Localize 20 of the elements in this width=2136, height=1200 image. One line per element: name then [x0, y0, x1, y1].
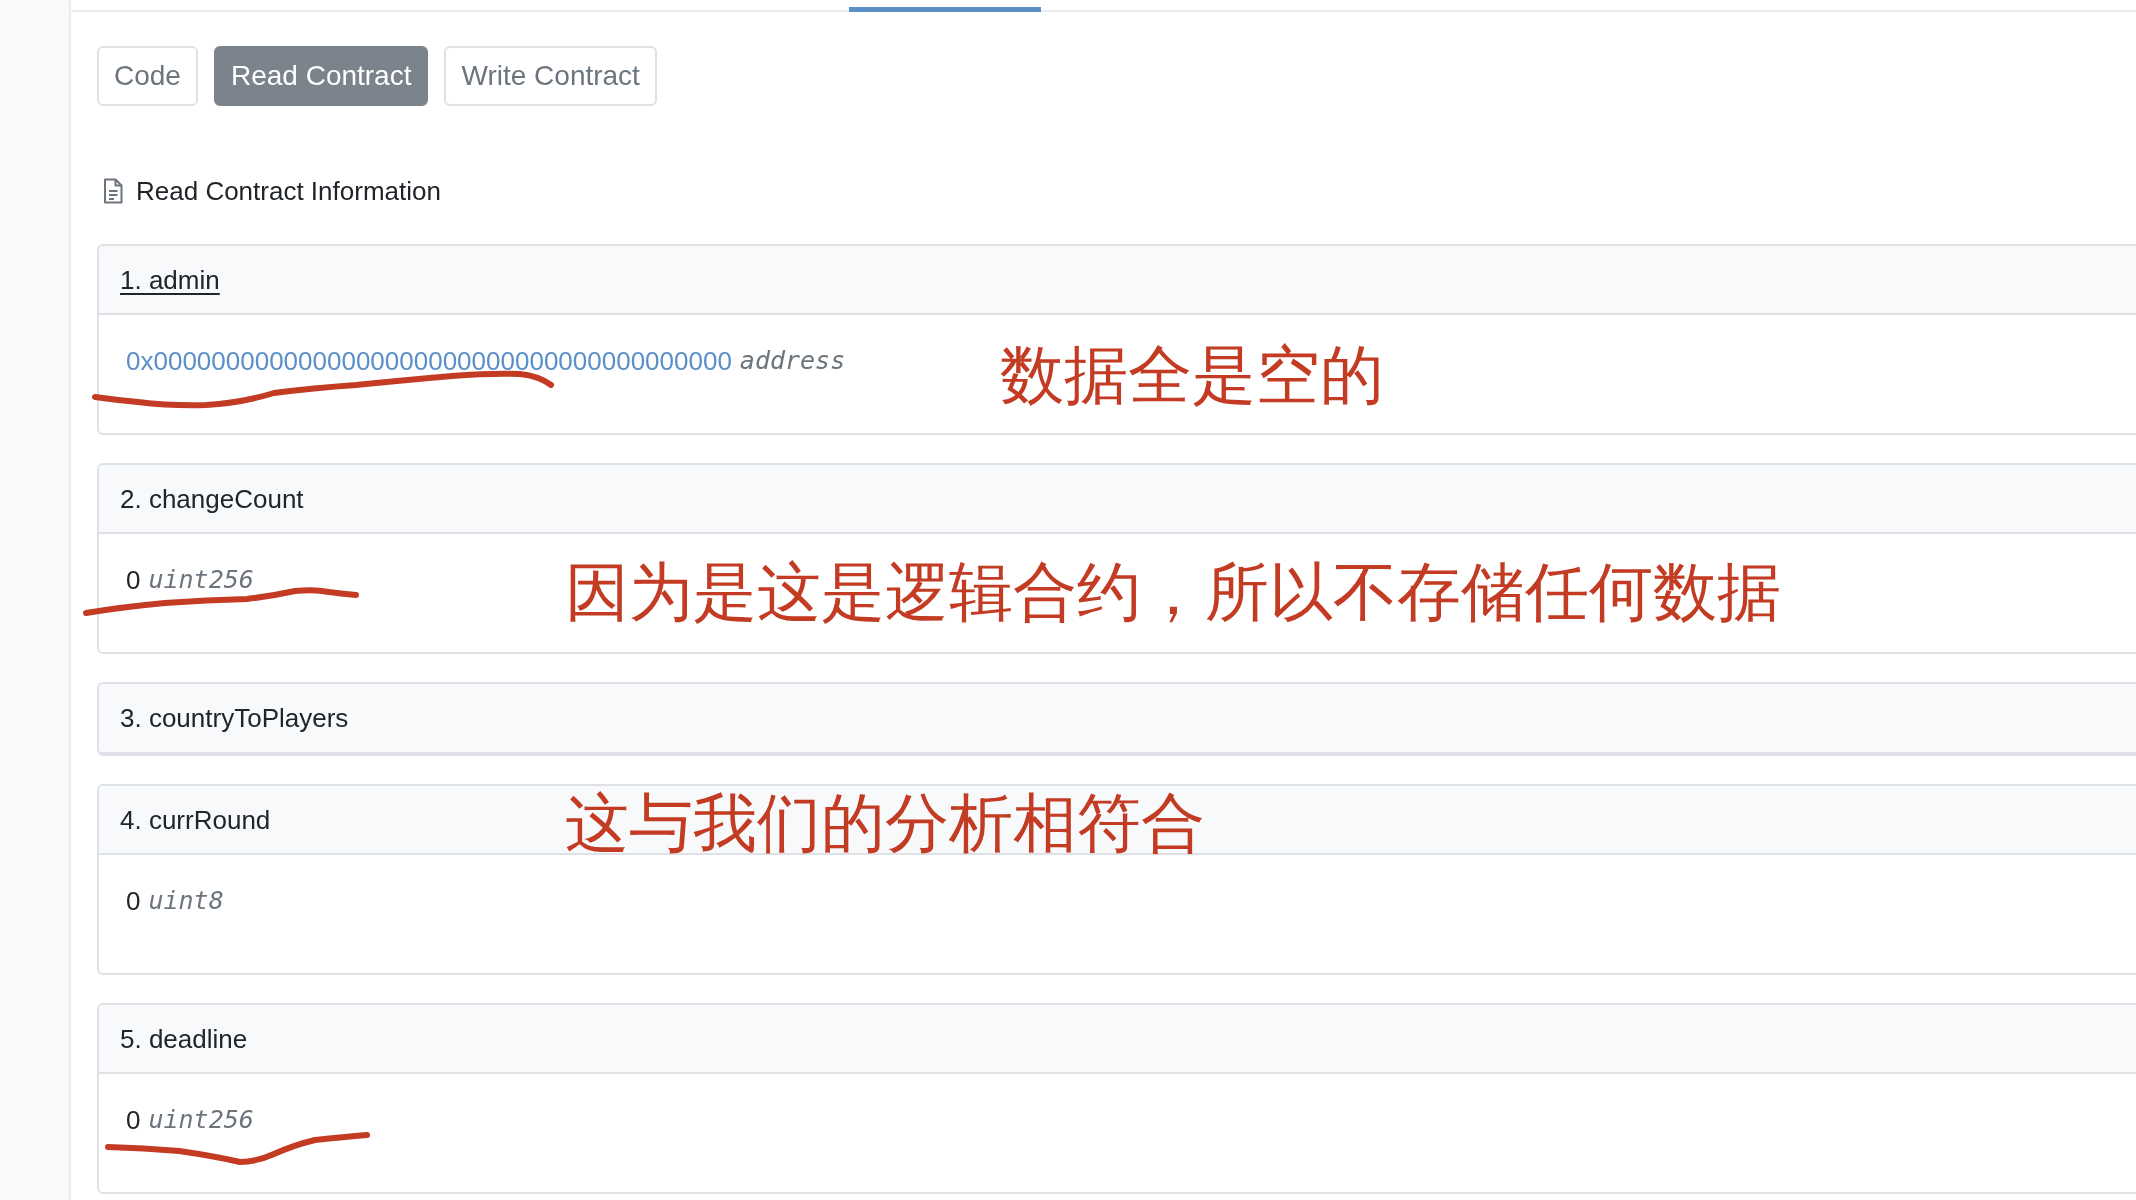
- type-label: uint256: [148, 564, 254, 596]
- function-name-link[interactable]: 2. changeCount: [120, 482, 304, 515]
- tab-button[interactable]: Code: [97, 46, 198, 106]
- function-name-link[interactable]: 4. currRound: [120, 803, 271, 836]
- result-value: 0: [126, 1104, 141, 1136]
- annotation-note: 数据全是空的: [1000, 340, 1384, 410]
- document-icon: [103, 178, 123, 204]
- type-label: uint8: [148, 885, 224, 917]
- function-name-link[interactable]: 3. countryToPlayers: [120, 702, 349, 734]
- result-value: 0: [126, 564, 141, 596]
- tab-button[interactable]: Write Contract: [444, 46, 657, 106]
- annotation-note: 因为是这是逻辑合约，所以不存储任何数据: [565, 557, 1781, 627]
- type-label: address: [739, 345, 846, 377]
- tab-button[interactable]: Read Contract: [213, 46, 429, 106]
- function-name-link[interactable]: 5. deadline: [120, 1022, 248, 1055]
- result-value: 0: [126, 885, 141, 917]
- annotation-note: 这与我们的分析相符合: [565, 788, 1205, 858]
- section-title: Read Contract Information: [136, 175, 441, 207]
- function-name-link[interactable]: 1. admin: [120, 263, 220, 296]
- type-label: uint256: [148, 1104, 254, 1136]
